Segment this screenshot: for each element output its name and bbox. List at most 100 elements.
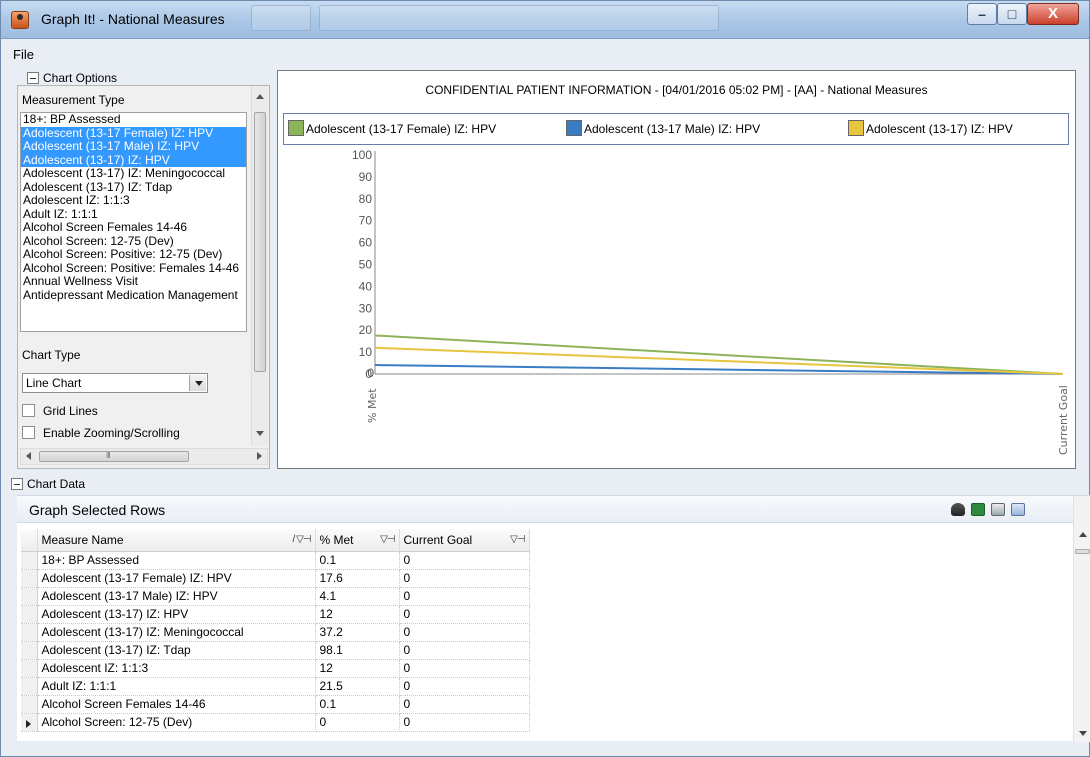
cell-current-goal[interactable]: 0 — [399, 551, 530, 570]
row-selector[interactable] — [21, 587, 38, 606]
close-button[interactable]: X — [1027, 3, 1079, 25]
grid-vertical-scrollbar[interactable] — [1073, 496, 1090, 742]
measurement-type-item[interactable]: Adolescent (13-17) IZ: Meningococcal — [21, 166, 246, 181]
cell-measure-name[interactable]: Adult IZ: 1:1:1 — [37, 677, 316, 696]
cell-measure-name[interactable]: Alcohol Screen: 12-75 (Dev) — [37, 713, 316, 732]
measurement-type-item[interactable]: Adolescent (13-17) IZ: HPV — [21, 153, 246, 167]
cell-current-goal[interactable]: 0 — [399, 695, 530, 714]
row-selector[interactable] — [21, 551, 38, 570]
cell-pct-met[interactable]: 17.6 — [315, 569, 400, 588]
measurement-type-item[interactable]: Adolescent (13-17 Female) IZ: HPV — [21, 126, 246, 140]
cell-pct-met[interactable]: 37.2 — [315, 623, 400, 642]
table-row[interactable]: Adolescent (13-17 Female) IZ: HPV 17.6 0 — [21, 569, 530, 588]
cell-pct-met[interactable]: 0 — [315, 713, 400, 732]
cell-pct-met[interactable]: 21.5 — [315, 677, 400, 696]
scroll-up-icon[interactable] — [256, 94, 264, 99]
row-selector[interactable] — [21, 659, 38, 678]
cell-current-goal[interactable]: 0 — [399, 569, 530, 588]
cell-current-goal[interactable]: 0 — [399, 713, 530, 732]
cell-measure-name[interactable]: Adolescent IZ: 1:1:3 — [37, 659, 316, 678]
chart-options-header[interactable]: Chart Options — [27, 71, 117, 85]
table-row[interactable]: Adolescent IZ: 1:1:3 12 0 — [21, 659, 530, 678]
maximize-button[interactable]: □ — [997, 3, 1027, 25]
cell-measure-name[interactable]: Alcohol Screen Females 14-46 — [37, 695, 316, 714]
cell-measure-name[interactable]: Adolescent (13-17) IZ: Meningococcal — [37, 623, 316, 642]
scroll-up-icon[interactable] — [1079, 532, 1087, 537]
row-selector[interactable] — [21, 695, 38, 714]
menu-file[interactable]: File — [13, 47, 34, 62]
cell-current-goal[interactable]: 0 — [399, 659, 530, 678]
row-selector[interactable] — [21, 677, 38, 696]
row-selector[interactable] — [21, 569, 38, 588]
measurement-type-item[interactable]: Annual Wellness Visit — [21, 274, 246, 289]
scroll-down-icon[interactable] — [256, 431, 264, 436]
measurement-type-item[interactable]: Alcohol Screen: Positive: Females 14-46 — [21, 261, 246, 276]
scroll-right-icon[interactable] — [257, 452, 262, 460]
row-selector[interactable] — [21, 623, 38, 642]
filter-pin-icon[interactable]: / ▽⊣ — [293, 534, 312, 545]
data-grid[interactable]: Measure Name / ▽⊣ % Met ▽⊣ Current Goal ▽⊣ … — [21, 529, 530, 732]
binoculars-icon[interactable] — [951, 503, 965, 516]
measurement-type-item[interactable]: Alcohol Screen: Positive: 12-75 (Dev) — [21, 247, 246, 262]
cell-pct-met[interactable]: 4.1 — [315, 587, 400, 606]
filter-pin-icon[interactable]: ▽⊣ — [510, 534, 525, 545]
cell-measure-name[interactable]: Adolescent (13-17) IZ: Tdap — [37, 641, 316, 660]
scroll-down-icon[interactable] — [1079, 731, 1087, 736]
cell-pct-met[interactable]: 98.1 — [315, 641, 400, 660]
minimize-button[interactable]: – — [967, 3, 997, 25]
collapse-icon[interactable] — [11, 478, 23, 490]
scroll-thumb[interactable] — [1075, 549, 1090, 554]
measurement-type-item[interactable]: Adolescent (13-17) IZ: Tdap — [21, 180, 246, 195]
chart-data-header[interactable]: Chart Data — [11, 477, 85, 491]
cell-current-goal[interactable]: 0 — [399, 677, 530, 696]
table-row[interactable]: Adolescent (13-17 Male) IZ: HPV 4.1 0 — [21, 587, 530, 606]
cell-current-goal[interactable]: 0 — [399, 623, 530, 642]
cell-measure-name[interactable]: Adolescent (13-17 Male) IZ: HPV — [37, 587, 316, 606]
measurement-type-item[interactable]: Alcohol Screen Females 14-46 — [21, 220, 246, 235]
table-row[interactable]: Alcohol Screen Females 14-46 0.1 0 — [21, 695, 530, 714]
cell-pct-met[interactable]: 0.1 — [315, 695, 400, 714]
table-row[interactable]: Adolescent (13-17) IZ: HPV 12 0 — [21, 605, 530, 624]
measurement-type-item[interactable]: 18+: BP Assessed — [21, 113, 246, 127]
options-vertical-scrollbar[interactable] — [251, 86, 268, 446]
collapse-icon[interactable] — [27, 72, 39, 84]
row-selector[interactable] — [21, 605, 38, 624]
cell-current-goal[interactable]: 0 — [399, 641, 530, 660]
scroll-left-icon[interactable] — [26, 452, 31, 460]
measurement-type-item[interactable]: Antidepressant Medication Management — [21, 288, 246, 303]
column-header-pct-met[interactable]: % Met ▽⊣ — [315, 529, 400, 552]
scroll-thumb[interactable] — [254, 112, 266, 372]
cell-current-goal[interactable]: 0 — [399, 587, 530, 606]
cell-pct-met[interactable]: 12 — [315, 605, 400, 624]
copy-icon[interactable] — [1011, 503, 1025, 516]
measurement-type-list[interactable]: 18+: BP Assessed Adolescent (13-17 Female… — [20, 112, 247, 332]
scroll-thumb[interactable] — [39, 451, 189, 462]
table-row[interactable]: Adult IZ: 1:1:1 21.5 0 — [21, 677, 530, 696]
cell-measure-name[interactable]: Adolescent (13-17) IZ: HPV — [37, 605, 316, 624]
excel-export-icon[interactable] — [971, 503, 985, 516]
column-header-measure-name[interactable]: Measure Name / ▽⊣ — [37, 529, 316, 552]
cell-measure-name[interactable]: Adolescent (13-17 Female) IZ: HPV — [37, 569, 316, 588]
row-selector[interactable] — [21, 713, 38, 732]
measurement-type-item[interactable]: Alcohol Screen: 12-75 (Dev) — [21, 234, 246, 249]
row-selector[interactable] — [21, 641, 38, 660]
table-row[interactable]: 18+: BP Assessed 0.1 0 — [21, 551, 530, 570]
cell-pct-met[interactable]: 0.1 — [315, 551, 400, 570]
filter-pin-icon[interactable]: ▽⊣ — [380, 534, 395, 545]
measurement-type-item[interactable]: Adult IZ: 1:1:1 — [21, 207, 246, 222]
print-icon[interactable] — [991, 503, 1005, 516]
measurement-type-item[interactable]: Adolescent (13-17 Male) IZ: HPV — [21, 139, 246, 154]
grid-lines-checkbox[interactable] — [22, 404, 35, 417]
grid-lines-option[interactable]: Grid Lines — [22, 404, 98, 420]
measurement-type-item[interactable]: Adolescent IZ: 1:1:3 — [21, 193, 246, 208]
zoom-checkbox[interactable] — [22, 426, 35, 439]
cell-measure-name[interactable]: 18+: BP Assessed — [37, 551, 316, 570]
chevron-down-icon[interactable] — [189, 375, 206, 391]
zoom-option[interactable]: Enable Zooming/Scrolling — [22, 426, 180, 442]
table-row[interactable]: Adolescent (13-17) IZ: Meningococcal 37.2… — [21, 623, 530, 642]
table-row[interactable]: Adolescent (13-17) IZ: Tdap 98.1 0 — [21, 641, 530, 660]
chart-type-select[interactable]: Line Chart — [22, 373, 208, 393]
options-horizontal-scrollbar[interactable] — [20, 448, 268, 465]
column-header-current-goal[interactable]: Current Goal ▽⊣ — [399, 529, 530, 552]
cell-current-goal[interactable]: 0 — [399, 605, 530, 624]
